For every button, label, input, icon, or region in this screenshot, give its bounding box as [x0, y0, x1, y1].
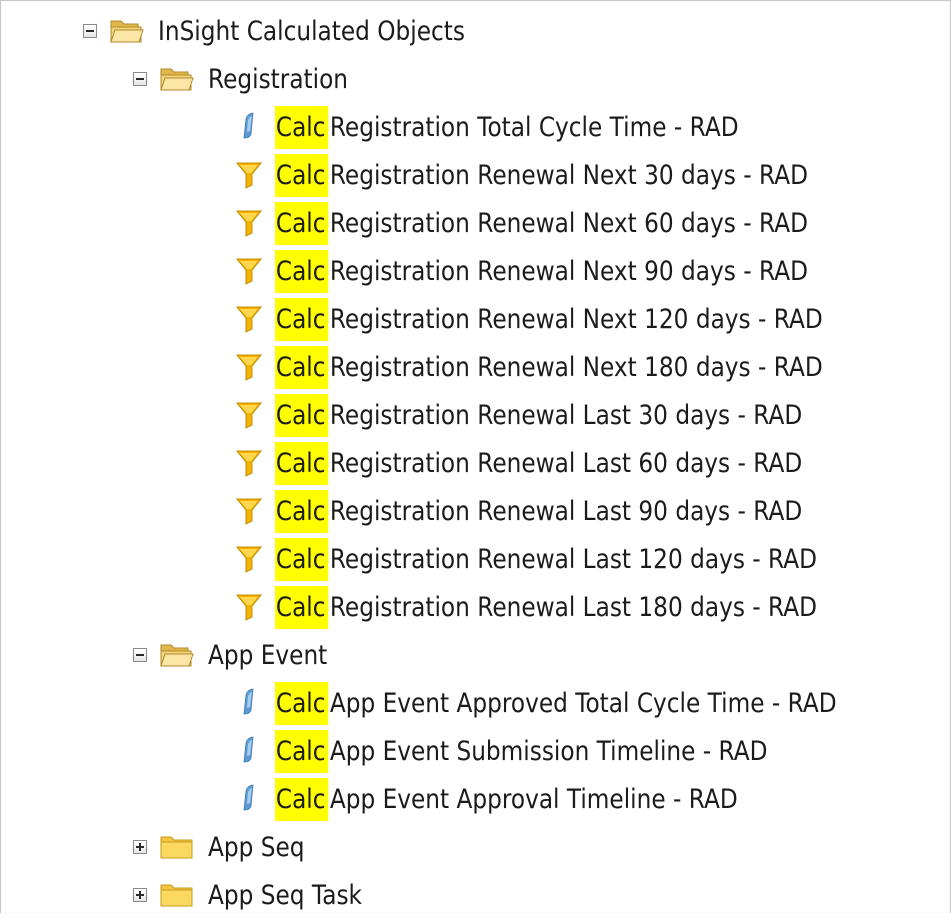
object-label: Calc Registration Renewal Last 60 days - … [275, 441, 803, 485]
measure-icon [235, 688, 263, 718]
expand-toggle-icon[interactable] [133, 888, 147, 902]
object-name: Registration Renewal Last 120 days - RAD [329, 543, 818, 575]
tree-leaf-item[interactable]: Calc Registration Renewal Next 120 days -… [235, 295, 912, 343]
object-label: Calc Registration Renewal Last 120 days -… [275, 537, 818, 581]
object-name: Registration Renewal Next 60 days - RAD [329, 207, 808, 239]
object-label: Calc Registration Total Cycle Time - RAD [275, 105, 739, 149]
tree-leaf-item[interactable]: Calc Registration Renewal Next 60 days - … [235, 199, 895, 247]
filter-icon [235, 256, 263, 286]
calc-prefix-highlight: Calc [275, 153, 329, 197]
tree-node-app-seq[interactable]: App Seq [133, 823, 320, 871]
object-name: App Event Approval Timeline - RAD [329, 783, 738, 815]
calc-prefix-highlight: Calc [275, 441, 329, 485]
object-label: Calc Registration Renewal Next 30 days - … [275, 153, 808, 197]
tree-leaf-item[interactable]: Calc Registration Renewal Last 30 days - … [235, 391, 888, 439]
tree-node-app-seq-task[interactable]: App Seq Task [133, 871, 387, 919]
calc-prefix-highlight: Calc [275, 297, 329, 341]
measure-icon [235, 736, 263, 766]
calc-prefix-highlight: Calc [275, 345, 329, 389]
tree-leaf-item[interactable]: Calc Registration Total Cycle Time - RAD [235, 103, 814, 151]
filter-icon [235, 304, 263, 334]
collapse-toggle-icon[interactable] [83, 24, 97, 38]
filter-icon [235, 544, 263, 574]
object-label: Calc App Event Submission Timeline - RAD [275, 729, 768, 773]
calc-prefix-highlight: Calc [275, 249, 329, 293]
tree-leaf-item[interactable]: Calc App Event Approved Total Cycle Time … [235, 679, 928, 727]
object-name: Registration Renewal Last 60 days - RAD [329, 447, 803, 479]
filter-icon [235, 592, 263, 622]
folder-open-icon [160, 642, 194, 668]
object-label: Calc Registration Renewal Next 90 days - … [275, 249, 808, 293]
filter-icon [235, 400, 263, 430]
calc-prefix-highlight: Calc [275, 777, 329, 821]
filter-icon [235, 208, 263, 238]
calc-prefix-highlight: Calc [275, 729, 329, 773]
tree-node-registration[interactable]: Registration [133, 55, 371, 103]
tree-leaf-item[interactable]: Calc Registration Renewal Next 90 days - … [235, 247, 895, 295]
object-name: Registration Renewal Next 90 days - RAD [329, 255, 808, 287]
tree-leaf-item[interactable]: Calc App Event Submission Timeline - RAD [235, 727, 848, 775]
folder-label: Registration [208, 63, 349, 95]
tree-leaf-item[interactable]: Calc Registration Renewal Last 120 days -… [235, 535, 905, 583]
folder-closed-icon [160, 882, 194, 908]
calc-prefix-highlight: Calc [275, 105, 329, 149]
object-tree: InSight Calculated Objects Registration Ca… [0, 0, 951, 914]
filter-icon [235, 160, 263, 190]
object-name: Registration Renewal Next 30 days - RAD [329, 159, 808, 191]
measure-icon [235, 784, 263, 814]
folder-label: App Event [208, 639, 328, 671]
tree-leaf-item[interactable]: Calc App Event Approval Timeline - RAD [235, 775, 813, 823]
calc-prefix-highlight: Calc [275, 489, 329, 533]
calc-prefix-highlight: Calc [275, 393, 329, 437]
folder-label: App Seq Task [208, 879, 363, 911]
collapse-toggle-icon[interactable] [133, 648, 147, 662]
folder-closed-icon [160, 834, 194, 860]
collapse-toggle-icon[interactable] [133, 72, 147, 86]
object-label: Calc Registration Renewal Next 180 days -… [275, 345, 823, 389]
object-name: Registration Renewal Next 180 days - RAD [329, 351, 823, 383]
tree-leaf-item[interactable]: Calc Registration Renewal Last 90 days - … [235, 487, 888, 535]
calc-prefix-highlight: Calc [275, 681, 329, 725]
object-label: Calc Registration Renewal Last 30 days - … [275, 393, 803, 437]
folder-open-icon [160, 66, 194, 92]
tree-leaf-item[interactable]: Calc Registration Renewal Next 30 days - … [235, 151, 895, 199]
object-label: Calc Registration Renewal Next 120 days -… [275, 297, 823, 341]
calc-prefix-highlight: Calc [275, 585, 329, 629]
object-name: App Event Submission Timeline - RAD [329, 735, 768, 767]
tree-node-root[interactable]: InSight Calculated Objects [83, 7, 515, 55]
filter-icon [235, 496, 263, 526]
measure-icon [235, 112, 263, 142]
object-name: Registration Renewal Last 90 days - RAD [329, 495, 803, 527]
tree-node-app-event[interactable]: App Event [133, 631, 347, 679]
filter-icon [235, 448, 263, 478]
tree-leaf-item[interactable]: Calc Registration Renewal Last 180 days -… [235, 583, 905, 631]
object-name: Registration Total Cycle Time - RAD [329, 111, 739, 143]
tree-leaf-item[interactable]: Calc Registration Renewal Next 180 days -… [235, 343, 912, 391]
folder-label: App Seq [208, 831, 305, 863]
object-label: Calc Registration Renewal Next 60 days - … [275, 201, 808, 245]
tree-leaf-item[interactable]: Calc Registration Renewal Last 60 days - … [235, 439, 888, 487]
object-name: Registration Renewal Next 120 days - RAD [329, 303, 823, 335]
object-label: Calc App Event Approval Timeline - RAD [275, 777, 738, 821]
object-label: Calc App Event Approved Total Cycle Time … [275, 681, 837, 725]
object-name: App Event Approved Total Cycle Time - RA… [329, 687, 837, 719]
object-label: Calc Registration Renewal Last 90 days - … [275, 489, 803, 533]
object-label: Calc Registration Renewal Last 180 days -… [275, 585, 818, 629]
folder-label: InSight Calculated Objects [158, 15, 465, 47]
filter-icon [235, 352, 263, 382]
calc-prefix-highlight: Calc [275, 537, 329, 581]
object-name: Registration Renewal Last 180 days - RAD [329, 591, 818, 623]
calc-prefix-highlight: Calc [275, 201, 329, 245]
folder-open-icon [110, 18, 144, 44]
expand-toggle-icon[interactable] [133, 840, 147, 854]
object-name: Registration Renewal Last 30 days - RAD [329, 399, 803, 431]
